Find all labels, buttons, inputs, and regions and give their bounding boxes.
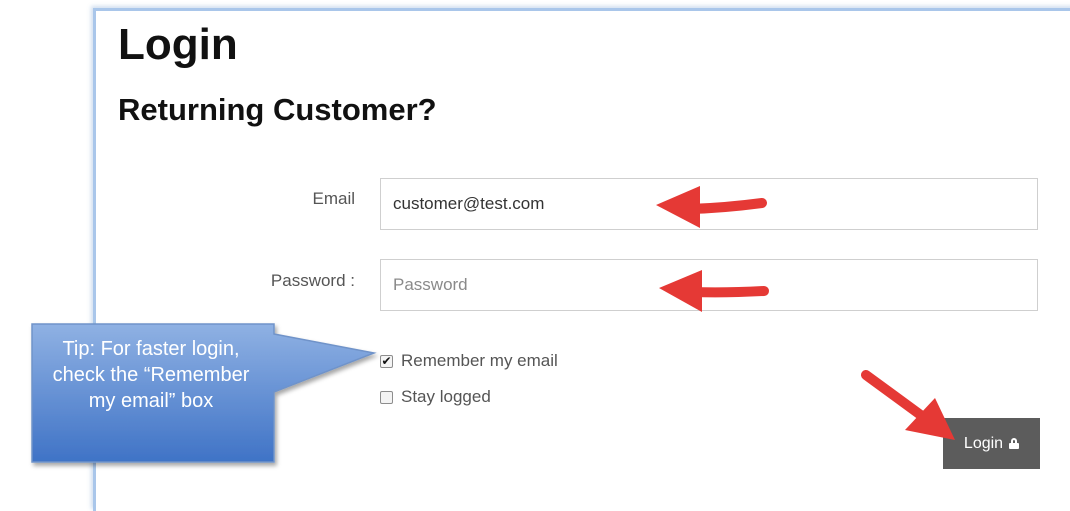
tip-callout-text: Tip: For faster login, check the “Rememb… [52, 338, 250, 412]
tip-callout [31, 323, 377, 463]
